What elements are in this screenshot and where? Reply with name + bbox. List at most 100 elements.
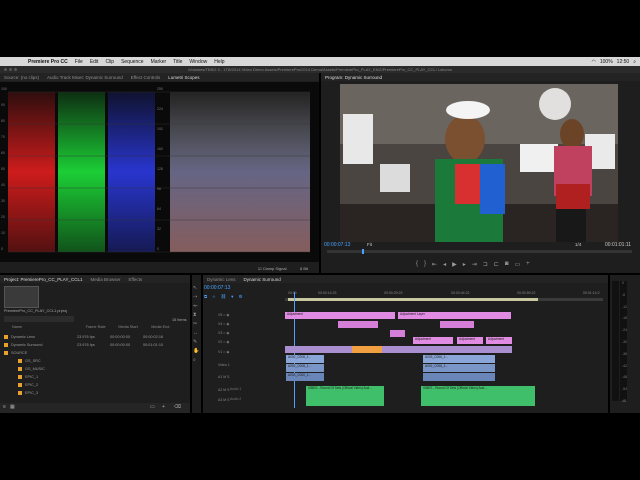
timeline-clip[interactable] xyxy=(352,346,382,353)
project-list-item[interactable]: Dynamic Lens 23.976 fps 00:00:00:00 00:00:0… xyxy=(4,333,184,341)
timeline-clip[interactable]: A003_C060_1... xyxy=(286,373,324,381)
col-name[interactable]: Name xyxy=(4,325,86,331)
track-header-v4[interactable]: V4 ⌂ ◉ xyxy=(218,322,229,326)
slip-tool-icon[interactable]: ↔ xyxy=(193,330,199,336)
new-bin-icon[interactable]: ▭ xyxy=(150,404,155,410)
ripple-edit-tool-icon[interactable]: ⟛ xyxy=(193,303,199,309)
step-back-icon[interactable]: ◂ xyxy=(443,261,446,268)
timeline-clip[interactable]: Adjustment xyxy=(457,337,483,344)
step-forward-icon[interactable]: ▸ xyxy=(463,261,466,268)
minimize-icon[interactable] xyxy=(9,68,12,71)
track-header-a3[interactable]: A3 M S xyxy=(218,398,229,402)
close-icon[interactable] xyxy=(4,68,7,71)
tab-effect-controls[interactable]: Effect Controls xyxy=(131,75,160,80)
project-list-item[interactable]: GS_SRC xyxy=(4,357,184,365)
timeline-clip[interactable] xyxy=(440,321,474,328)
project-list-item[interactable]: EPIC_3 xyxy=(4,389,184,397)
timeline-clip[interactable] xyxy=(338,321,378,328)
export-frame-icon[interactable]: ◙ xyxy=(505,261,509,268)
go-to-in-icon[interactable]: ⇤ xyxy=(432,261,437,268)
program-timecode[interactable]: 00:00:07:13 xyxy=(324,242,350,248)
mark-in-icon[interactable]: { xyxy=(416,261,418,268)
track-header-a1[interactable]: A1 M S xyxy=(218,375,229,379)
timeline-ruler[interactable] xyxy=(285,298,603,301)
col-media-start[interactable]: Media Start xyxy=(118,325,151,331)
timeline-clip[interactable]: Adjustment xyxy=(486,337,512,344)
play-icon[interactable]: ▶ xyxy=(452,261,457,268)
timeline-clip[interactable]: Adjustment xyxy=(285,312,395,319)
quality-select[interactable]: 1/4 xyxy=(575,242,581,247)
work-area-bar[interactable] xyxy=(288,298,538,301)
timeline-clip[interactable] xyxy=(423,373,495,381)
extract-icon[interactable]: ⊏ xyxy=(494,261,499,268)
clock[interactable]: 12:50 xyxy=(617,59,630,65)
track-header-v2[interactable]: V2 ⌂ ◉ xyxy=(218,340,229,344)
project-list-item[interactable]: EPIC_1 xyxy=(4,373,184,381)
clamp-signal-checkbox[interactable]: ☑ Clamp Signal xyxy=(258,266,287,271)
timeline-clip[interactable]: Adjustment Layer xyxy=(398,312,511,319)
timeline-clip[interactable]: Adjustment xyxy=(413,337,453,344)
add-marker-icon[interactable]: ▾ xyxy=(231,294,233,300)
tab-audio-track-mixer[interactable]: Audio Track Mixer: Dynamic Surround xyxy=(47,75,123,80)
audio-clip[interactable]: VIBES - Round Of Sets (Official Video) A… xyxy=(421,386,535,406)
hand-tool-icon[interactable]: ✋ xyxy=(193,348,199,354)
zoom-tool-icon[interactable]: ⌕ xyxy=(193,357,199,363)
tab-source[interactable]: Source: (no clips) xyxy=(4,75,39,80)
program-scrubber[interactable] xyxy=(327,249,632,254)
razor-tool-icon[interactable]: ✂ xyxy=(193,321,199,327)
rolling-edit-tool-icon[interactable]: ⧗ xyxy=(193,312,199,318)
nest-icon[interactable]: ⧉ xyxy=(204,294,207,300)
trash-icon[interactable]: ⌫ xyxy=(174,404,181,410)
col-frame-rate[interactable]: Frame Rate xyxy=(86,325,119,331)
comparison-view-icon[interactable]: ▭ xyxy=(514,261,520,268)
menu-marker[interactable]: Marker xyxy=(151,59,167,65)
icon-view-icon[interactable]: ▦ xyxy=(10,404,15,410)
track-select-tool-icon[interactable]: ⇢ xyxy=(193,294,199,300)
app-menu[interactable]: Premiere Pro CC xyxy=(28,59,68,65)
battery-status[interactable]: 100% xyxy=(600,59,613,65)
menu-title[interactable]: Title xyxy=(173,59,182,65)
tab-effects[interactable]: Effects xyxy=(128,277,142,282)
tab-media-browser[interactable]: Media Browser xyxy=(90,277,120,282)
selection-tool-icon[interactable]: ↖ xyxy=(193,285,199,291)
track-header-a2[interactable]: A2 M S xyxy=(218,388,229,392)
bit-depth-select[interactable]: 8 Bit xyxy=(300,266,308,271)
project-search-input[interactable] xyxy=(4,316,74,322)
wifi-icon[interactable]: ◠ xyxy=(592,59,596,65)
timeline-clip[interactable] xyxy=(285,346,512,353)
menu-clip[interactable]: Clip xyxy=(105,59,114,65)
menu-sequence[interactable]: Sequence xyxy=(121,59,144,65)
timeline-settings-icon[interactable]: ⚙ xyxy=(238,294,242,300)
new-item-icon[interactable]: + xyxy=(162,404,165,410)
zoom-icon[interactable] xyxy=(14,68,17,71)
track-header-v5[interactable]: V5 ⌂ ◉ xyxy=(218,313,229,317)
snap-icon[interactable]: ∩ xyxy=(212,294,215,300)
tab-program[interactable]: Program: Dynamic Surround xyxy=(325,75,382,80)
track-header-v3[interactable]: V3 ⌂ ◉ xyxy=(218,331,229,335)
lift-icon[interactable]: ⊐ xyxy=(483,261,488,268)
search-icon[interactable]: ⌕ xyxy=(633,59,636,65)
menu-edit[interactable]: Edit xyxy=(90,59,99,65)
pen-tool-icon[interactable]: ✎ xyxy=(193,339,199,345)
list-view-icon[interactable]: ≡ xyxy=(3,404,6,410)
button-editor-icon[interactable]: + xyxy=(526,261,530,268)
go-to-out-icon[interactable]: ⇥ xyxy=(472,261,477,268)
linked-selection-icon[interactable]: ⛓ xyxy=(220,294,226,300)
menu-window[interactable]: Window xyxy=(189,59,207,65)
timeline-clip[interactable]: A002_C008_1... xyxy=(286,355,324,363)
mark-out-icon[interactable]: } xyxy=(424,261,426,268)
track-header-v1[interactable]: V1 ⌂ ◉ xyxy=(218,350,229,354)
tab-dynamic-lens[interactable]: Dynamic Lens xyxy=(207,277,236,282)
timeline-clip[interactable] xyxy=(390,330,405,337)
audio-clip[interactable]: VIBES - Round Of Sets (Official Video) A… xyxy=(306,386,384,406)
project-list-item[interactable]: Dynamic Surround 23.976 fps 00:00:00:00 00:… xyxy=(4,341,184,349)
col-media-end[interactable]: Media End xyxy=(151,325,184,331)
tab-dynamic-surround[interactable]: Dynamic Surround xyxy=(244,277,281,282)
menu-file[interactable]: File xyxy=(75,59,83,65)
timeline-timecode[interactable]: 00:00:07:13 xyxy=(204,285,230,291)
timeline-clip[interactable]: A003_C066_1... xyxy=(423,355,495,363)
fit-select[interactable]: Fit xyxy=(367,242,372,247)
project-list-item[interactable]: GS_MUSIC xyxy=(4,365,184,373)
project-list-item[interactable]: SOURCE xyxy=(4,349,184,357)
program-playhead[interactable] xyxy=(362,249,364,254)
